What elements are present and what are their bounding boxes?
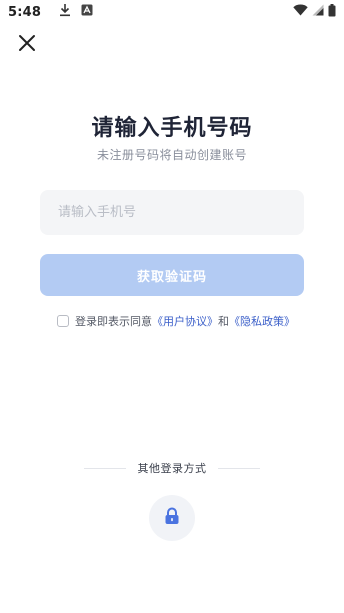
status-bar: 5:48 (0, 0, 344, 24)
login-screen: 5:48 请输入手机号码 未注册号码将自动创建账号 请输入手机号 获取验证码 登… (0, 0, 344, 613)
battery-icon (328, 3, 336, 21)
status-time: 5:48 (8, 4, 42, 20)
divider-left (84, 467, 126, 469)
close-icon (18, 34, 36, 56)
page-title: 请输入手机号码 (91, 116, 253, 141)
privacy-policy-link[interactable]: 《隐私政策》 (229, 313, 295, 329)
password-login-button[interactable] (149, 495, 195, 541)
get-code-button[interactable]: 获取验证码 (40, 254, 304, 296)
other-login-section: 其他登录方式 (84, 460, 260, 476)
status-icons-left (59, 3, 93, 21)
agreement-row: 登录即表示同意 《用户协议》 和 《隐私政策》 (57, 313, 295, 329)
agreement-prefix: 登录即表示同意 (75, 315, 152, 328)
download-icon (59, 3, 71, 21)
app-notification-icon (81, 4, 93, 20)
divider-right (218, 467, 260, 469)
cell-signal-icon (312, 4, 324, 20)
phone-number-input[interactable] (40, 190, 304, 235)
lock-icon (164, 507, 180, 529)
other-login-label: 其他登录方式 (137, 462, 207, 475)
agreement-checkbox[interactable] (57, 315, 69, 327)
agreement-conjunction: 和 (218, 315, 229, 328)
user-agreement-link[interactable]: 《用户协议》 (152, 313, 218, 329)
status-icons-right (293, 3, 336, 21)
page-subtitle: 未注册号码将自动创建账号 (96, 148, 247, 162)
close-button[interactable] (15, 33, 39, 57)
wifi-icon (293, 4, 308, 20)
